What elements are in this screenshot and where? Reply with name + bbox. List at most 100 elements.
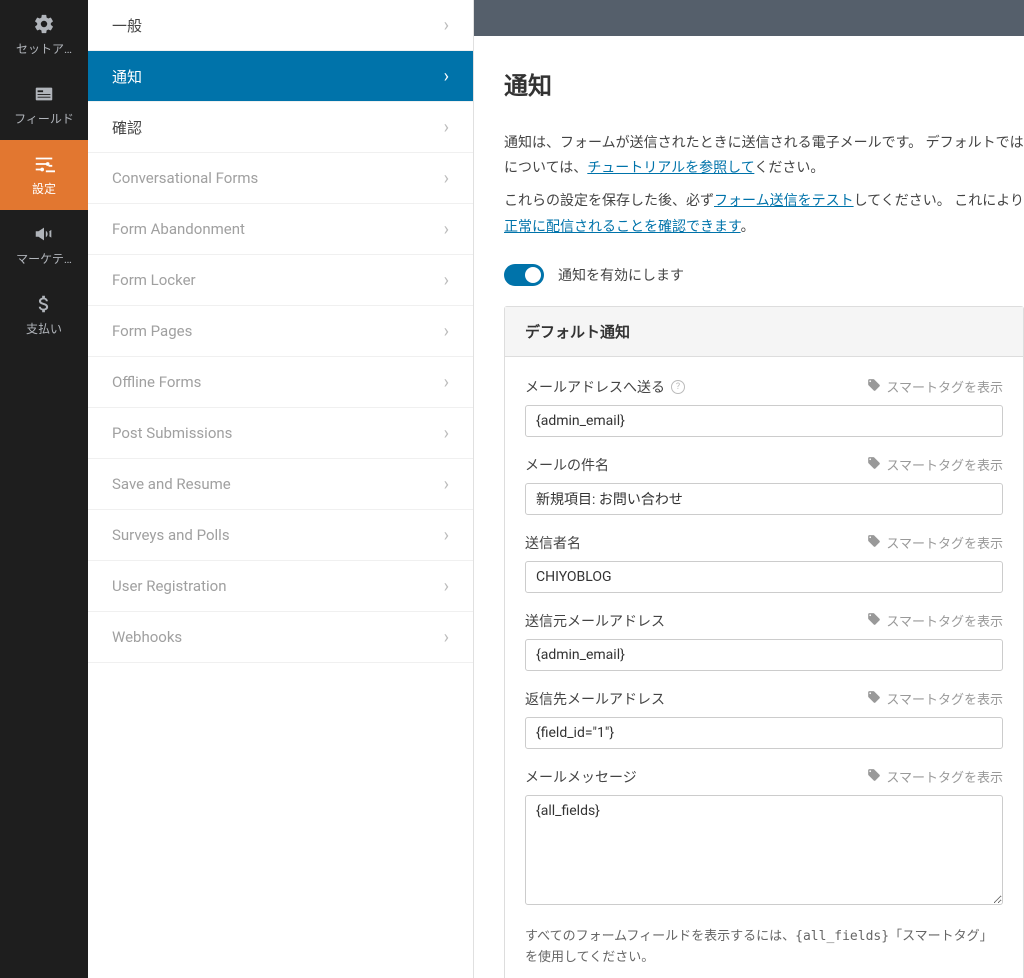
- chevron-right-icon: ›: [444, 423, 449, 444]
- chevron-right-icon: ›: [444, 525, 449, 546]
- nav-item-2[interactable]: 設定: [0, 140, 88, 210]
- nav-label: セットア…: [16, 40, 72, 57]
- toggle-label: 通知を有効にします: [558, 265, 684, 285]
- field-input-4[interactable]: [525, 717, 1003, 749]
- bullhorn-icon: [33, 223, 55, 245]
- chevron-right-icon: ›: [444, 627, 449, 648]
- smart-tag-link[interactable]: スマートタグを表示: [867, 689, 1003, 708]
- chevron-right-icon: ›: [444, 117, 449, 138]
- nav-item-4[interactable]: 支払い: [0, 280, 88, 350]
- sliders-icon: [33, 153, 55, 175]
- panel-body: メールアドレスへ送る ?スマートタグを表示メールの件名 スマートタグを表示送信者…: [505, 357, 1023, 978]
- field-4: 返信先メールアドレス スマートタグを表示: [525, 689, 1003, 749]
- dollar-icon: [33, 293, 55, 315]
- tag-icon: [867, 768, 881, 786]
- sub-label: Form Locker: [112, 271, 196, 289]
- test-send-link[interactable]: フォーム送信をテスト: [714, 193, 854, 209]
- description-1: 通知は、フォームが送信されたときに送信される電子メールです。 デフォルトでは に…: [504, 131, 1024, 181]
- main-area: 通知 通知は、フォームが送信されたときに送信される電子メールです。 デフォルトで…: [474, 0, 1024, 978]
- sub-label: User Registration: [112, 577, 227, 595]
- chevron-right-icon: ›: [444, 270, 449, 291]
- nav-label: 支払い: [26, 320, 62, 337]
- left-nav: セットア… フィールド設定マーケテ… 支払い: [0, 0, 88, 978]
- sub-label: 確認: [112, 117, 142, 138]
- hint-text: すべてのフォームフィールドを表示するには、{all_fields}「スマートタグ…: [525, 927, 1003, 969]
- notification-panel: デフォルト通知 メールアドレスへ送る ?スマートタグを表示メールの件名 スマート…: [504, 306, 1024, 978]
- sub-label: Webhooks: [112, 628, 182, 646]
- field-label: メールメッセージ: [525, 767, 637, 787]
- verify-link[interactable]: 正常に配信されることを確認できます: [504, 219, 741, 235]
- sub-label: Conversational Forms: [112, 169, 258, 187]
- chevron-right-icon: ›: [444, 219, 449, 240]
- sub-item-9[interactable]: Save and Resume›: [88, 459, 473, 510]
- tutorial-link[interactable]: チュートリアルを参照して: [587, 160, 754, 176]
- nav-item-0[interactable]: セットア…: [0, 0, 88, 70]
- toggle-row: 通知を有効にします: [504, 264, 1024, 286]
- smart-tag-link[interactable]: スマートタグを表示: [867, 767, 1003, 786]
- tag-icon: [867, 690, 881, 708]
- sub-label: Form Abandonment: [112, 220, 245, 238]
- help-icon[interactable]: ?: [671, 380, 685, 394]
- tag-icon: [867, 534, 881, 552]
- nav-label: フィールド: [14, 110, 74, 127]
- nav-label: マーケテ…: [16, 250, 72, 267]
- field-label: 送信者名: [525, 533, 581, 553]
- panel-header: デフォルト通知: [505, 307, 1023, 357]
- field-input-3[interactable]: [525, 639, 1003, 671]
- sub-item-12[interactable]: Webhooks ›: [88, 612, 473, 663]
- chevron-right-icon: ›: [444, 66, 449, 87]
- chevron-right-icon: ›: [444, 168, 449, 189]
- field-label: メールの件名: [525, 455, 609, 475]
- sub-item-11[interactable]: User Registration ›: [88, 561, 473, 612]
- chevron-right-icon: ›: [444, 576, 449, 597]
- sub-item-6[interactable]: Form Pages ›: [88, 306, 473, 357]
- nav-item-1[interactable]: フィールド: [0, 70, 88, 140]
- enable-toggle[interactable]: [504, 264, 544, 286]
- field-input-1[interactable]: [525, 483, 1003, 515]
- smart-tag-link[interactable]: スマートタグを表示: [867, 533, 1003, 552]
- sub-label: 通知: [112, 66, 142, 87]
- field-label: メールアドレスへ送る ?: [525, 377, 685, 397]
- field-5: メールメッセージ スマートタグを表示 {all_fields}: [525, 767, 1003, 909]
- sub-label: 一般: [112, 15, 142, 36]
- field-input-5[interactable]: {all_fields}: [525, 795, 1003, 905]
- nav-label: 設定: [32, 180, 56, 197]
- sub-item-2[interactable]: 確認 ›: [88, 102, 473, 153]
- sub-item-10[interactable]: Surveys and Polls ›: [88, 510, 473, 561]
- sub-label: Post Submissions: [112, 424, 232, 442]
- gear-icon: [33, 13, 55, 35]
- top-bar: [474, 0, 1024, 36]
- sub-item-7[interactable]: Offline Forms ›: [88, 357, 473, 408]
- field-3: 送信元メールアドレス スマートタグを表示: [525, 611, 1003, 671]
- tag-icon: [867, 378, 881, 396]
- smart-tag-link[interactable]: スマートタグを表示: [867, 611, 1003, 630]
- field-1: メールの件名 スマートタグを表示: [525, 455, 1003, 515]
- sub-item-8[interactable]: Post Submissions ›: [88, 408, 473, 459]
- form-icon: [33, 83, 55, 105]
- field-input-0[interactable]: [525, 405, 1003, 437]
- chevron-right-icon: ›: [444, 15, 449, 36]
- nav-item-3[interactable]: マーケテ…: [0, 210, 88, 280]
- sub-item-5[interactable]: Form Locker ›: [88, 255, 473, 306]
- field-input-2[interactable]: [525, 561, 1003, 593]
- page-title: 通知: [504, 66, 1024, 101]
- sub-label: Form Pages: [112, 322, 192, 340]
- sub-label: Surveys and Polls: [112, 526, 230, 544]
- sub-label: Offline Forms: [112, 373, 201, 391]
- field-label: 返信先メールアドレス: [525, 689, 665, 709]
- sub-item-1[interactable]: 通知 ›: [88, 51, 473, 102]
- smart-tag-link[interactable]: スマートタグを表示: [867, 455, 1003, 474]
- sub-item-4[interactable]: Form Abandonment ›: [88, 204, 473, 255]
- smart-tag-link[interactable]: スマートタグを表示: [867, 377, 1003, 396]
- tag-icon: [867, 456, 881, 474]
- tag-icon: [867, 612, 881, 630]
- field-2: 送信者名 スマートタグを表示: [525, 533, 1003, 593]
- chevron-right-icon: ›: [444, 372, 449, 393]
- sub-label: Save and Resume: [112, 475, 231, 493]
- content: 通知 通知は、フォームが送信されたときに送信される電子メールです。 デフォルトで…: [474, 36, 1024, 978]
- sub-item-3[interactable]: Conversational Forms ›: [88, 153, 473, 204]
- sub-nav: 一般›通知›確認›Conversational Forms›Form Aband…: [88, 0, 474, 978]
- chevron-right-icon: ›: [444, 321, 449, 342]
- sub-item-0[interactable]: 一般 ›: [88, 0, 473, 51]
- field-0: メールアドレスへ送る ? スマートタグを表示: [525, 377, 1003, 437]
